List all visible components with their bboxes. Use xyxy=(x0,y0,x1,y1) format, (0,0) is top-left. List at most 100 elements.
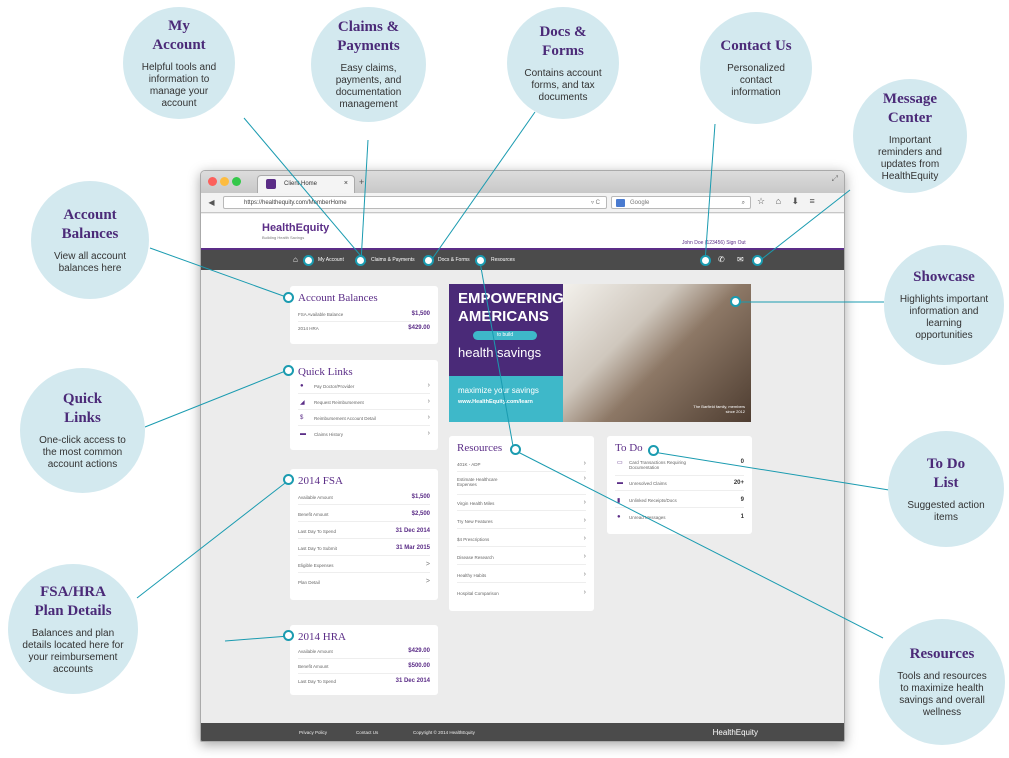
resources-title: Resources xyxy=(457,442,503,454)
card-icon: ▭ xyxy=(617,460,623,466)
nav-claims-payments[interactable]: Claims & Payments xyxy=(371,257,415,263)
quick-link-item[interactable]: ▬ Claims History › xyxy=(298,430,430,442)
callout-description: One-click access to the most common acco… xyxy=(39,435,126,470)
browser-tab[interactable]: Client Home × xyxy=(257,175,355,193)
contact-us-link[interactable]: Contact Us xyxy=(356,730,378,735)
close-tab-icon[interactable]: × xyxy=(344,176,348,192)
url-bar[interactable]: https://healthequity.com/MemberHome ▿ C xyxy=(223,196,607,209)
callout-title: My Account xyxy=(152,17,206,53)
receipt-icon: ▮ xyxy=(617,498,621,504)
callout-title: Showcase xyxy=(913,269,975,285)
privacy-policy-link[interactable]: Privacy Policy xyxy=(299,730,327,735)
folder-icon: ▬ xyxy=(617,480,623,486)
showcase-pill: to build xyxy=(473,331,537,340)
claims-history-icon: ▬ xyxy=(300,431,306,437)
back-button[interactable]: ◀ xyxy=(205,196,218,209)
showcase-banner[interactable]: EMPOWERING AMERICANS to build health sav… xyxy=(449,284,751,422)
callout-title: Quick Links xyxy=(62,391,103,426)
browser-tab-bar: Client Home × + ⤢ xyxy=(201,171,844,193)
marker-contact-us xyxy=(700,255,711,266)
callout-title: Resources xyxy=(909,646,975,662)
resource-item[interactable]: Estimate Healthcare Expenses › xyxy=(457,475,586,495)
showcase-line-2: AMERICANS xyxy=(458,308,549,325)
balance-row[interactable]: 2014 HRA $429.00 xyxy=(298,324,430,336)
hra-row: Benefit Amount $500.00 xyxy=(298,662,430,674)
todo-item[interactable]: ▭ Card Transactions Requiring Documentati… xyxy=(615,458,744,476)
todo-item[interactable]: ▬ Unresolved Claims 20+ xyxy=(615,479,744,491)
nav-docs-forms[interactable]: Docs & Forms xyxy=(438,257,470,263)
healthequity-logo[interactable]: HealthEquity xyxy=(262,222,329,234)
nav-my-account[interactable]: My Account xyxy=(318,257,344,263)
marker-docs-forms xyxy=(423,255,434,266)
callout-plan-details: FSA/HRA Plan Details Balances and plan d… xyxy=(8,564,138,694)
callout-description: Helpful tools and information to manage … xyxy=(141,61,217,109)
fsa-title: 2014 FSA xyxy=(298,475,343,487)
callout-docs-forms: Docs & Forms Contains account forms, and… xyxy=(507,7,619,119)
marker-my-account xyxy=(303,255,314,266)
annotated-screenshot: My Account Helpful tools and information… xyxy=(0,0,1009,758)
callout-description: View all account balances here xyxy=(53,250,127,274)
callout-description: Personalized contact information xyxy=(727,63,785,98)
fsa-row: Last Day To Submit 31 Mar 2015 xyxy=(298,544,430,556)
balance-row[interactable]: FSA Available Balance $1,500 xyxy=(298,310,430,322)
fsa-card: 2014 FSA Available Amount $1,500 Benefit … xyxy=(290,469,438,600)
resource-item[interactable]: Hospital Comparison › xyxy=(457,589,586,601)
message-icon: ● xyxy=(617,514,621,520)
todo-title: To Do xyxy=(615,442,643,454)
resource-item[interactable]: Virgin Health Miles › xyxy=(457,499,586,511)
resource-item[interactable]: 401K - ADP › xyxy=(457,460,586,472)
pay-provider-icon: ● xyxy=(300,383,304,389)
message-icon[interactable]: ✉ xyxy=(737,255,744,264)
quick-link-item[interactable]: $ Reimbursement Account Detail › xyxy=(298,414,430,426)
callout-claims-payments: Claims & Payments Easy claims, payments,… xyxy=(311,7,426,122)
showcase-text-panel: EMPOWERING AMERICANS to build health sav… xyxy=(449,284,564,422)
resource-item[interactable]: $4 Prescriptions › xyxy=(457,535,586,547)
callout-my-account: My Account Helpful tools and information… xyxy=(123,7,235,119)
reload-icon[interactable]: ▿ C xyxy=(591,197,600,209)
fsa-row: Available Amount $1,500 xyxy=(298,493,430,505)
quick-link-item[interactable]: ◢ Request Reimbursement › xyxy=(298,398,430,410)
tab-title: Client Home xyxy=(284,181,318,187)
search-icon[interactable]: ⌕ xyxy=(742,197,745,209)
new-tab-button[interactable]: + xyxy=(359,177,364,187)
hra-row: Available Amount $429.00 xyxy=(298,647,430,659)
callout-title: Docs & Forms xyxy=(539,23,587,59)
resource-item[interactable]: Try New Features › xyxy=(457,517,586,529)
showcase-line-3: health savings xyxy=(458,345,542,360)
phone-icon[interactable]: ✆ xyxy=(718,255,725,264)
callout-title: Contact Us xyxy=(720,38,792,54)
hra-card: 2014 HRA Available Amount $429.00 Benefit… xyxy=(290,625,438,695)
quick-links-card: Quick Links ● Pay Doctor/Provider › ◢ Reque… xyxy=(290,360,438,450)
showcase-line-1: EMPOWERING xyxy=(458,290,564,307)
site-header: HealthEquity Building Health Savings Joh… xyxy=(201,214,844,250)
callout-contact-us: Contact Us Personalized contact informat… xyxy=(700,12,812,124)
marker-resources-nav xyxy=(475,255,486,266)
callout-description: Highlights important information and lea… xyxy=(899,294,989,341)
resource-item[interactable]: Disease Research › xyxy=(457,553,586,565)
zoom-window-button[interactable] xyxy=(232,177,241,186)
home-icon[interactable]: ⌂ xyxy=(293,255,298,264)
plan-detail-link[interactable]: Plan Detail > xyxy=(298,578,430,590)
todo-item[interactable]: ● Unread Messages 1 xyxy=(615,513,744,525)
toolbar-icons[interactable]: ☆ ⌂ ⬇ ≡ xyxy=(757,196,819,207)
account-balances-card: Account Balances FSA Available Balance $1… xyxy=(290,286,438,344)
search-placeholder: Google xyxy=(630,200,650,206)
showcase-line-4: maximize your savings xyxy=(458,386,539,395)
marker-todo xyxy=(648,445,659,456)
quick-link-item[interactable]: ● Pay Doctor/Provider › xyxy=(298,382,430,394)
close-window-button[interactable] xyxy=(208,177,217,186)
fsa-row: Benefit Amount $2,500 xyxy=(298,510,430,522)
eligible-expenses-link[interactable]: Eligible Expenses > xyxy=(298,561,430,573)
family-photo: The Barfield family, members since 2012 xyxy=(563,284,751,422)
showcase-cta: maximize your savings www.HealthEquity.c… xyxy=(449,376,563,422)
resource-item[interactable]: Healthy Habits › xyxy=(457,571,586,583)
nav-resources[interactable]: Resources xyxy=(491,257,515,263)
search-bar[interactable]: Google ⌕ xyxy=(611,196,751,209)
reimbursement-detail-icon: $ xyxy=(300,415,304,421)
user-sign-out[interactable]: John Doe (123456) Sign Out xyxy=(682,240,746,246)
callout-message-center: Message Center Important reminders and u… xyxy=(853,79,967,193)
minimize-window-button[interactable] xyxy=(220,177,229,186)
fullscreen-icon[interactable]: ⤢ xyxy=(832,174,838,184)
todo-item[interactable]: ▮ Unlinked Receipts/Docs 9 xyxy=(615,496,744,508)
callout-account-balances: Account Balances View all account balanc… xyxy=(31,181,149,299)
